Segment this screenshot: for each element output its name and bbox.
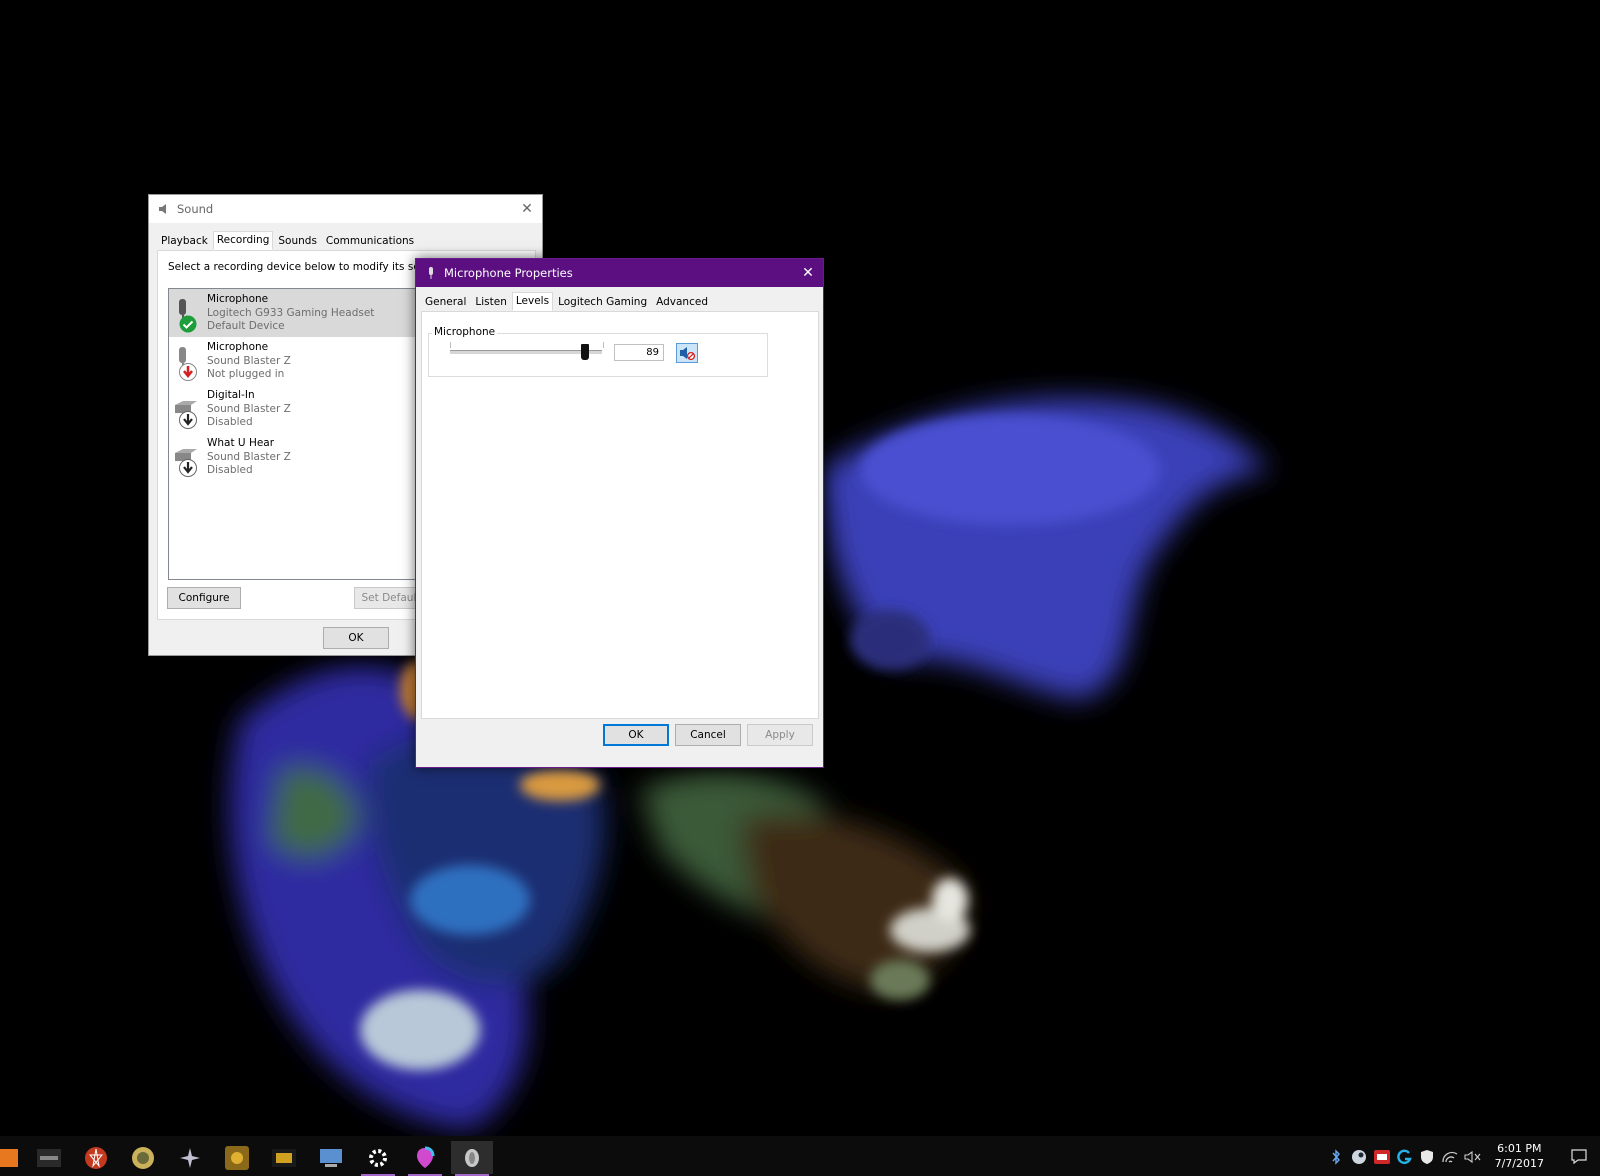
taskbar-sound-app-icon[interactable] — [451, 1141, 493, 1176]
tab-levels[interactable]: Levels — [511, 292, 554, 311]
taskbar-paint-balloon-icon[interactable] — [404, 1141, 446, 1176]
taskbar: 6:01 PM 7/7/2017 — [0, 1136, 1600, 1176]
mic-tabs: General Listen Levels Logitech Gaming Ad… — [421, 292, 713, 311]
tab-listen[interactable]: Listen — [471, 293, 511, 311]
taskbar-clock[interactable]: 6:01 PM 7/7/2017 — [1495, 1141, 1544, 1171]
taskbar-gold-logo-icon[interactable] — [263, 1141, 305, 1174]
tab-recording[interactable]: Recording — [212, 231, 274, 250]
taskbar-tnkr-icon[interactable] — [28, 1141, 70, 1174]
level-slider-track[interactable] — [450, 350, 602, 354]
device-hardware: Logitech G933 Gaming Headset — [207, 306, 375, 319]
levels-tab-panel: Microphone 89 — [421, 311, 819, 719]
mic-cancel-button[interactable]: Cancel — [675, 724, 741, 746]
device-name: Microphone — [207, 341, 269, 353]
device-status: Disabled — [207, 464, 253, 476]
microphone-level-group — [428, 333, 768, 377]
volume-muted-icon[interactable] — [1464, 1148, 1482, 1166]
microphone-icon — [424, 266, 438, 280]
tab-advanced[interactable]: Advanced — [652, 293, 712, 311]
device-name: What U Hear — [207, 437, 275, 449]
taskbar-app-orange-icon[interactable] — [0, 1141, 28, 1174]
device-hardware: Sound Blaster Z — [207, 450, 291, 463]
device-status: Disabled — [207, 416, 253, 428]
microphone-properties-window: Microphone Properties ✕ General Listen L… — [415, 258, 824, 768]
tab-communications[interactable]: Communications — [321, 232, 419, 250]
device-name: Digital-In — [207, 389, 255, 401]
level-value-field[interactable]: 89 — [614, 344, 664, 361]
close-icon[interactable]: ✕ — [512, 195, 542, 223]
line-in-icon — [173, 389, 203, 429]
default-check-icon — [179, 315, 197, 333]
speaker-muted-icon — [680, 347, 695, 360]
level-group-label: Microphone — [432, 326, 498, 338]
disabled-arrow-icon — [179, 459, 197, 477]
sound-blaster-icon[interactable] — [1373, 1148, 1391, 1166]
sound-window-title: Sound — [177, 202, 214, 216]
taskbar-settings-gear-icon[interactable] — [357, 1141, 399, 1176]
sound-tabs: Playback Recording Sounds Communications — [157, 231, 419, 250]
clock-time: 6:01 PM — [1497, 1142, 1542, 1155]
device-hardware: Sound Blaster Z — [207, 354, 291, 367]
disabled-arrow-icon — [179, 411, 197, 429]
clock-date: 7/7/2017 — [1494, 1157, 1544, 1170]
microphone-icon — [173, 341, 203, 381]
level-slider-thumb[interactable] — [581, 344, 590, 360]
line-in-icon — [173, 437, 203, 477]
device-status: Not plugged in — [207, 368, 285, 380]
tab-sounds[interactable]: Sounds — [274, 232, 321, 250]
bluetooth-icon[interactable] — [1327, 1148, 1345, 1166]
speaker-icon — [157, 202, 171, 216]
mic-ok-button[interactable]: OK — [603, 724, 669, 746]
mute-button[interactable] — [676, 343, 698, 363]
action-center-icon[interactable] — [1570, 1147, 1588, 1165]
taskbar-pentagram-icon[interactable] — [75, 1141, 117, 1174]
device-name: Microphone — [207, 293, 269, 305]
tab-general[interactable]: General — [421, 293, 471, 311]
close-icon[interactable]: ✕ — [793, 259, 823, 287]
mic-apply-button[interactable]: Apply — [747, 724, 813, 746]
security-shield-icon[interactable] — [1418, 1148, 1436, 1166]
mic-titlebar[interactable]: Microphone Properties ✕ — [416, 259, 823, 287]
unplugged-arrow-icon — [179, 363, 197, 381]
tab-logitech-gaming[interactable]: Logitech Gaming — [554, 293, 652, 311]
mic-window-title: Microphone Properties — [444, 266, 573, 280]
taskbar-game-art-icon[interactable] — [216, 1141, 258, 1174]
device-status: Default Device — [207, 320, 285, 332]
steam-icon[interactable] — [1350, 1148, 1368, 1166]
device-hardware: Sound Blaster Z — [207, 402, 291, 415]
microphone-icon — [173, 293, 203, 333]
taskbar-game-globe-icon[interactable] — [122, 1141, 164, 1174]
logitech-g-icon[interactable] — [1396, 1148, 1414, 1166]
sound-ok-button[interactable]: OK — [323, 627, 389, 649]
configure-button[interactable]: Configure — [167, 587, 241, 609]
tab-playback[interactable]: Playback — [157, 232, 212, 250]
wifi-icon[interactable] — [1441, 1148, 1459, 1166]
recording-instruction: Select a recording device below to modif… — [168, 261, 454, 273]
sound-titlebar[interactable]: Sound ✕ — [149, 195, 542, 223]
taskbar-network-app-icon[interactable] — [310, 1141, 352, 1174]
taskbar-spark-icon[interactable] — [169, 1141, 211, 1174]
